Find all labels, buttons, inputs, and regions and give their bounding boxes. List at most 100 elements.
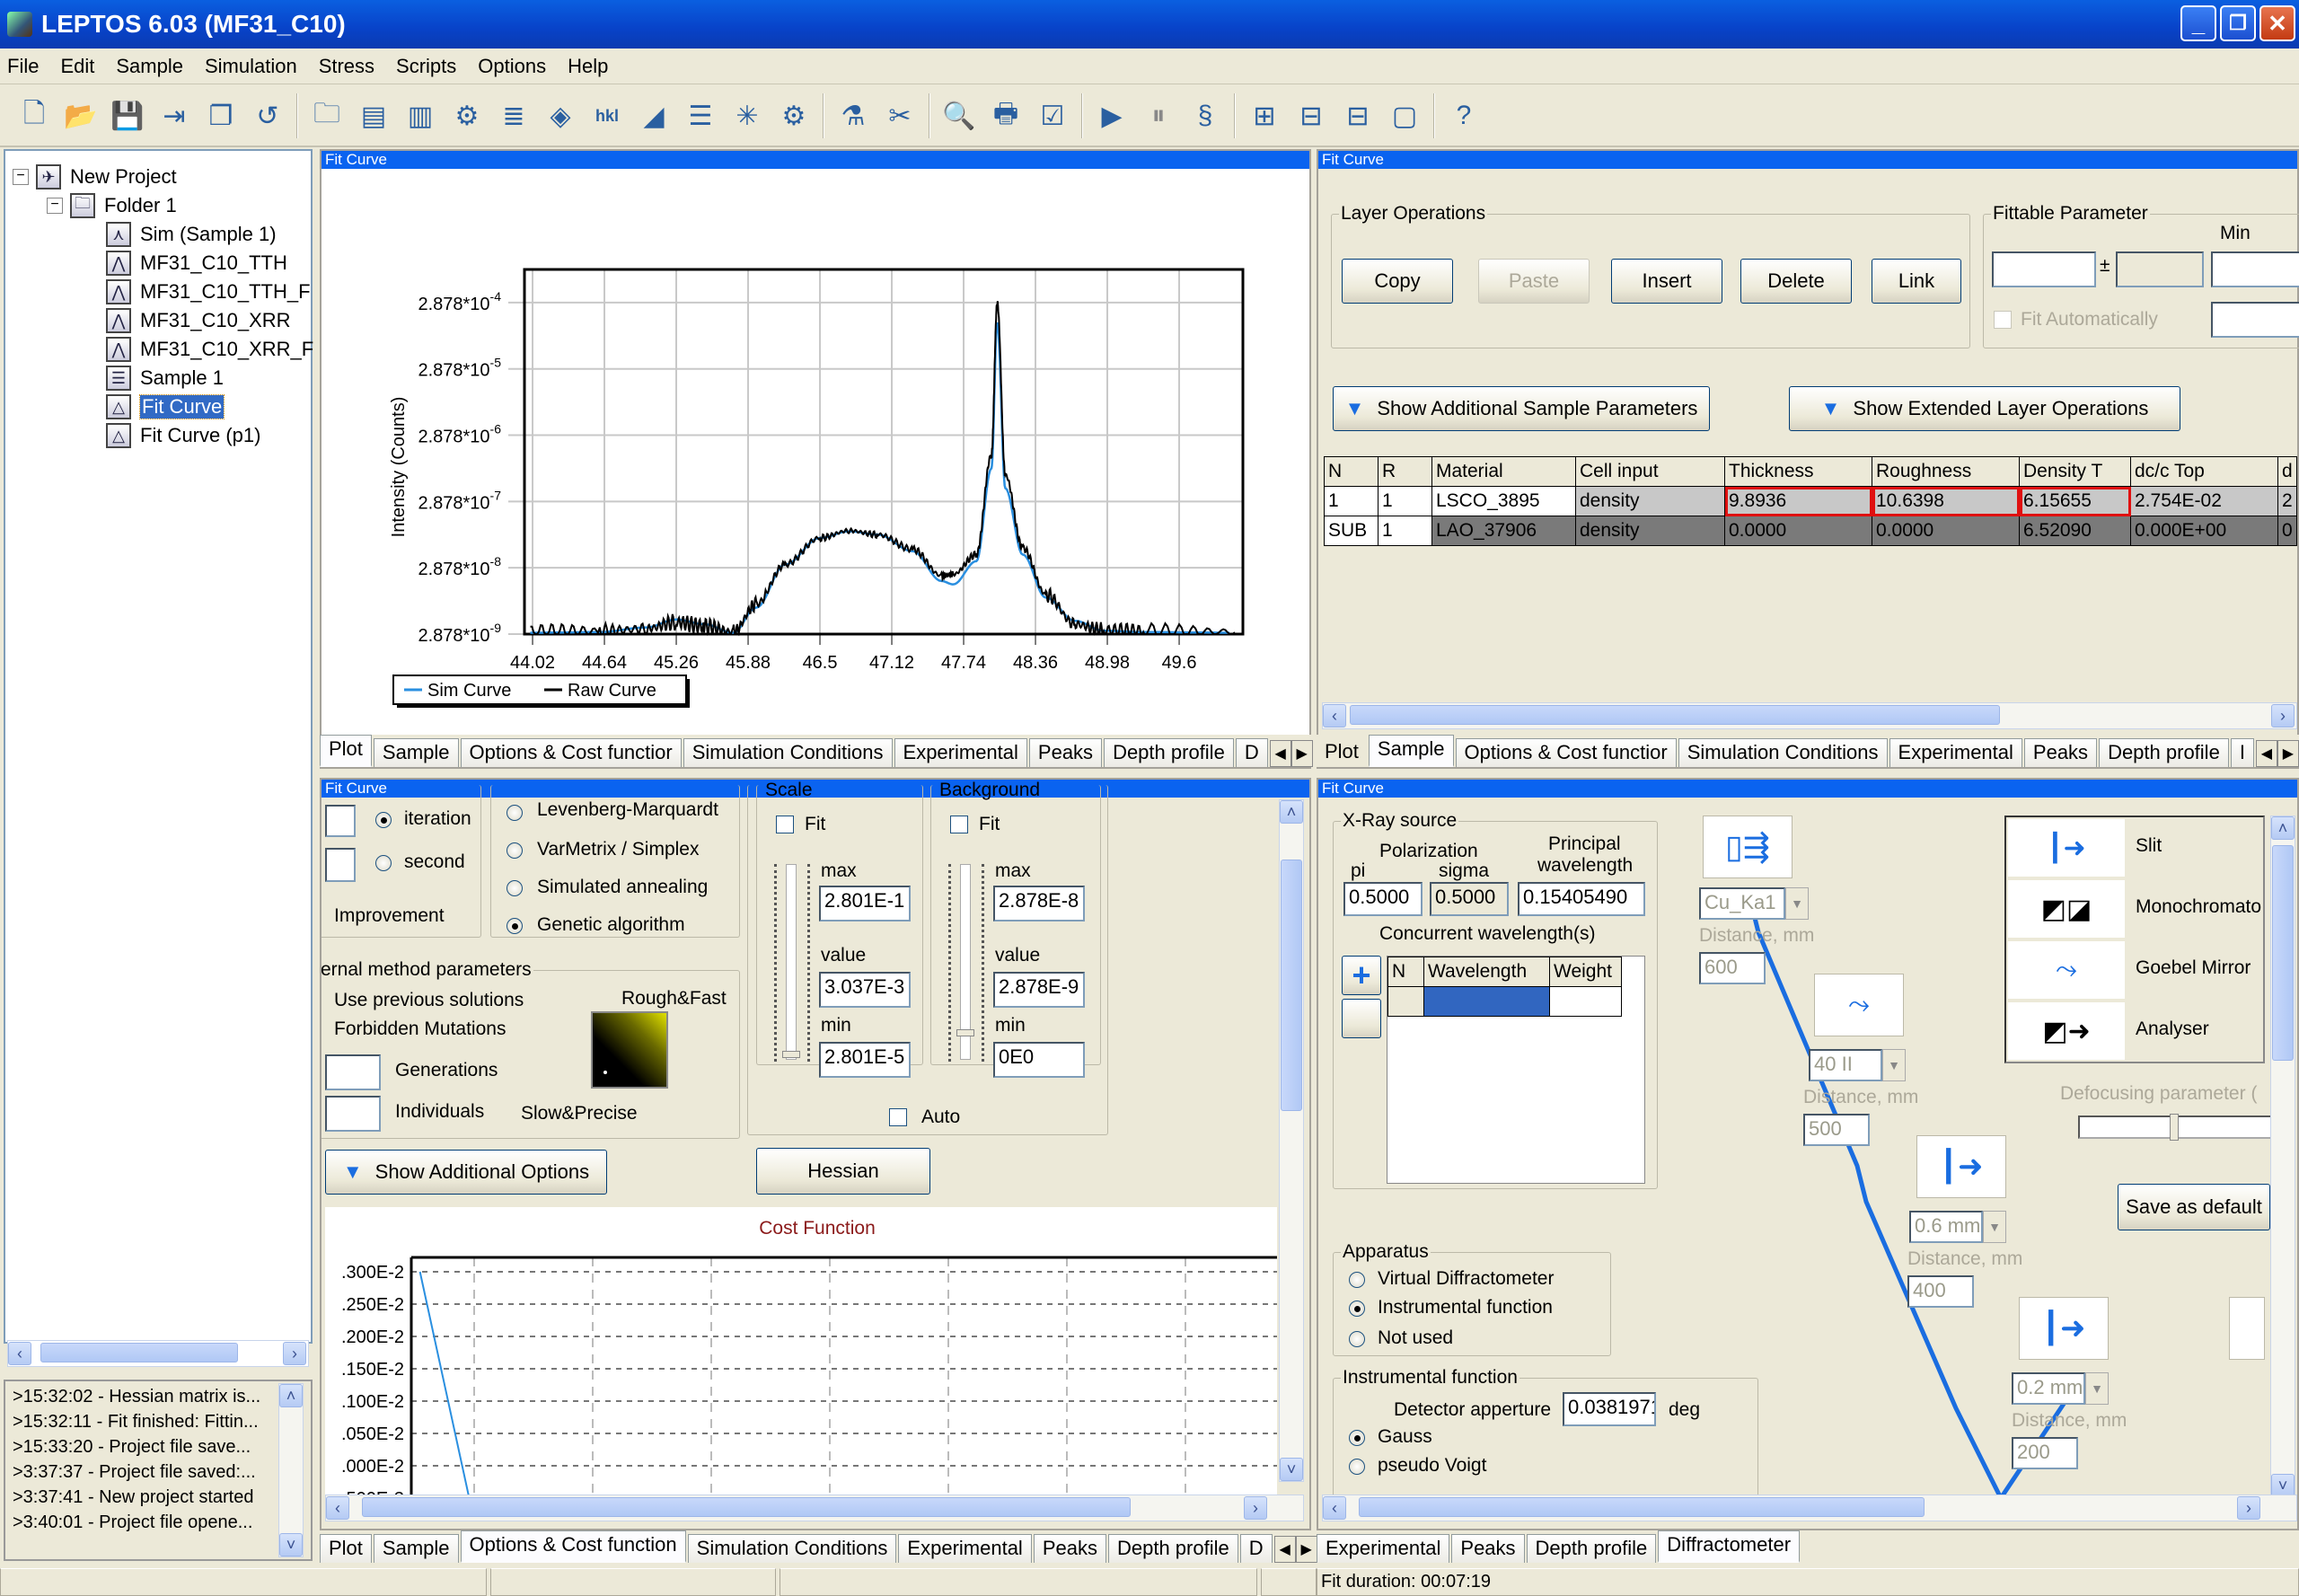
mirror-select[interactable]: 40 II — [1809, 1049, 1882, 1081]
scroll-up-icon[interactable]: ˄ — [2271, 816, 2295, 840]
distance-input[interactable]: 200 — [2012, 1437, 2078, 1469]
reflection-star-icon[interactable]: ✳ — [728, 95, 766, 137]
cell[interactable]: density — [1575, 516, 1725, 546]
tree-item-sim[interactable]: ⋏ Sim (Sample 1) — [106, 221, 277, 248]
window-single-icon[interactable]: ▢ — [1386, 95, 1423, 137]
detector-component[interactable] — [2229, 1297, 2265, 1360]
cell[interactable]: density — [1575, 486, 1725, 516]
copy-document-icon[interactable]: ❐ — [202, 95, 240, 137]
distance-input[interactable]: 400 — [1907, 1275, 1974, 1308]
cell[interactable]: 0.0000 — [1872, 516, 2020, 546]
cell[interactable]: 1 — [1378, 486, 1432, 516]
settings-folder-icon[interactable]: ⚙ — [448, 95, 486, 137]
table-row[interactable] — [1387, 986, 1622, 1017]
scroll-right-icon[interactable]: › — [283, 1342, 306, 1365]
tree-hscrollbar[interactable]: ‹ › — [7, 1340, 309, 1367]
sample-holder-icon[interactable]: ▥ — [401, 95, 439, 137]
collapse-icon[interactable]: − — [13, 169, 29, 185]
iteration-input[interactable] — [325, 805, 356, 837]
pi-input[interactable]: 0.5000 — [1343, 882, 1423, 916]
scale-slider-thumb[interactable] — [782, 1051, 800, 1058]
apparatus-radio-instrumental[interactable] — [1349, 1301, 1365, 1317]
cell[interactable]: 1 — [1324, 486, 1379, 516]
show-additional-options-button[interactable]: ▼ Show Additional Options — [325, 1150, 607, 1195]
cell[interactable]: 2 — [2277, 486, 2297, 516]
tab-plot[interactable]: Plot — [320, 735, 372, 767]
delete-button[interactable]: Delete — [1740, 259, 1852, 304]
slit-select[interactable]: 0.2 mm — [2012, 1372, 2085, 1405]
tab-peaks[interactable]: Peaks — [1033, 1534, 1106, 1563]
cell-density-fit[interactable]: 6.15655 — [2019, 486, 2131, 516]
speed-precision-pad[interactable] — [591, 1011, 668, 1089]
fittable-value-input[interactable] — [1992, 251, 2096, 287]
scroll-thumb[interactable] — [1359, 1497, 1925, 1517]
link-button[interactable]: Link — [1872, 259, 1961, 304]
tab-options[interactable]: Options & Cost functior — [460, 738, 682, 767]
tab-more[interactable]: I — [2230, 738, 2254, 767]
apparatus-radio-not-used[interactable] — [1349, 1331, 1365, 1347]
document-layers-icon[interactable]: ▤ — [355, 95, 392, 137]
tab-depth-profile[interactable]: Depth profile — [1104, 738, 1234, 767]
menu-stress[interactable]: Stress — [319, 55, 374, 78]
restore-button[interactable]: ❐ — [2220, 5, 2256, 41]
column-header[interactable]: Weight — [1549, 957, 1622, 987]
menu-options[interactable]: Options — [478, 55, 546, 78]
tree-item-folder-1[interactable]: − 🗀 Folder 1 — [47, 192, 177, 219]
remove-wavelength-button[interactable] — [1342, 999, 1381, 1038]
tab-experimental[interactable]: Experimental — [1889, 738, 2022, 767]
background-slider[interactable] — [948, 864, 984, 1062]
background-max-input[interactable]: 2.878E-8 — [993, 886, 1085, 921]
fit-curve-chart[interactable]: 44.02 44.64 45.26 45.88 46.5 47.12 47.74 48.36 4… — [322, 171, 1309, 719]
menu-scripts[interactable]: Scripts — [396, 55, 456, 78]
scroll-left-icon[interactable]: ‹ — [8, 1342, 31, 1365]
column-header[interactable]: Material — [1431, 456, 1576, 487]
gear-layers-icon[interactable]: ⚙ — [775, 95, 813, 137]
defocusing-slider-thumb[interactable] — [2170, 1114, 2179, 1141]
max-input[interactable] — [2211, 302, 2299, 338]
print-icon[interactable]: 🖶 — [987, 95, 1025, 137]
show-extended-layer-ops-button[interactable]: ▼ Show Extended Layer Operations — [1789, 386, 2180, 431]
cell[interactable]: 0.0000 — [1724, 516, 1872, 546]
tab-peaks[interactable]: Peaks — [1028, 738, 1103, 767]
tab-depth-profile[interactable]: Depth profile — [1526, 1534, 1657, 1563]
xray-tube-component[interactable]: ▯⇶ — [1703, 816, 1793, 878]
menu-sample[interactable]: Sample — [116, 55, 183, 78]
scale-min-input[interactable]: 2.801E-5 — [819, 1042, 911, 1078]
fit-cut-icon[interactable]: ✂ — [881, 95, 919, 137]
background-min-input[interactable]: 0E0 — [993, 1042, 1085, 1078]
cell[interactable] — [1387, 986, 1424, 1017]
principal-wavelength-input[interactable]: 0.15405490 — [1518, 882, 1645, 916]
column-header[interactable]: Wavelength — [1423, 957, 1550, 987]
chevron-down-icon[interactable]: ▼ — [2085, 1372, 2109, 1405]
window-layout-3-icon[interactable]: ⊟ — [1292, 95, 1330, 137]
tab-plot[interactable]: Plot — [320, 1534, 372, 1563]
column-header[interactable]: Cell input — [1575, 456, 1725, 487]
slit-component[interactable]: ┃➜ — [2019, 1297, 2109, 1360]
cell[interactable]: LAO_37906 — [1431, 516, 1576, 546]
tab-peaks[interactable]: Peaks — [1451, 1534, 1525, 1563]
diffraction-page-icon[interactable]: ◈ — [542, 95, 579, 137]
fit-sample-icon[interactable]: ⚗ — [834, 95, 872, 137]
scroll-left-icon[interactable]: ‹ — [326, 1496, 349, 1520]
scroll-left-icon[interactable]: ‹ — [1323, 704, 1346, 727]
paste-button[interactable]: Paste — [1478, 259, 1590, 304]
tab-scroll-left-icon[interactable]: ◀ — [2255, 740, 2277, 767]
tree-item-curve[interactable]: ⋀ MF31_C10_TTH_F — [106, 278, 311, 305]
background-fit-checkbox[interactable] — [950, 816, 968, 833]
new-file-icon[interactable]: 🗋 — [15, 95, 53, 137]
second-radio[interactable] — [375, 855, 392, 871]
column-header[interactable]: Density T — [2019, 456, 2131, 487]
background-slider-thumb[interactable] — [956, 1029, 974, 1036]
tab-experimental[interactable]: Experimental — [1317, 1534, 1450, 1563]
cell[interactable]: 0 — [2277, 516, 2297, 546]
tab-plot[interactable]: Plot — [1317, 738, 1367, 767]
source-select[interactable]: Cu_Ka1 — [1699, 887, 1785, 920]
goebel-mirror-component[interactable]: ⤳ — [1814, 974, 1904, 1036]
tab-diffractometer[interactable]: Diffractometer — [1658, 1530, 1801, 1563]
tab-simulation-conditions[interactable]: Simulation Conditions — [687, 1534, 897, 1563]
tab-scroll-right-icon[interactable]: ▶ — [2277, 740, 2299, 767]
scroll-up-icon[interactable]: ˄ — [1280, 800, 1303, 824]
scroll-up-icon[interactable]: ˄ — [279, 1384, 303, 1407]
tab-more[interactable]: D — [1235, 738, 1268, 767]
method-radio-annealing[interactable] — [506, 880, 523, 896]
